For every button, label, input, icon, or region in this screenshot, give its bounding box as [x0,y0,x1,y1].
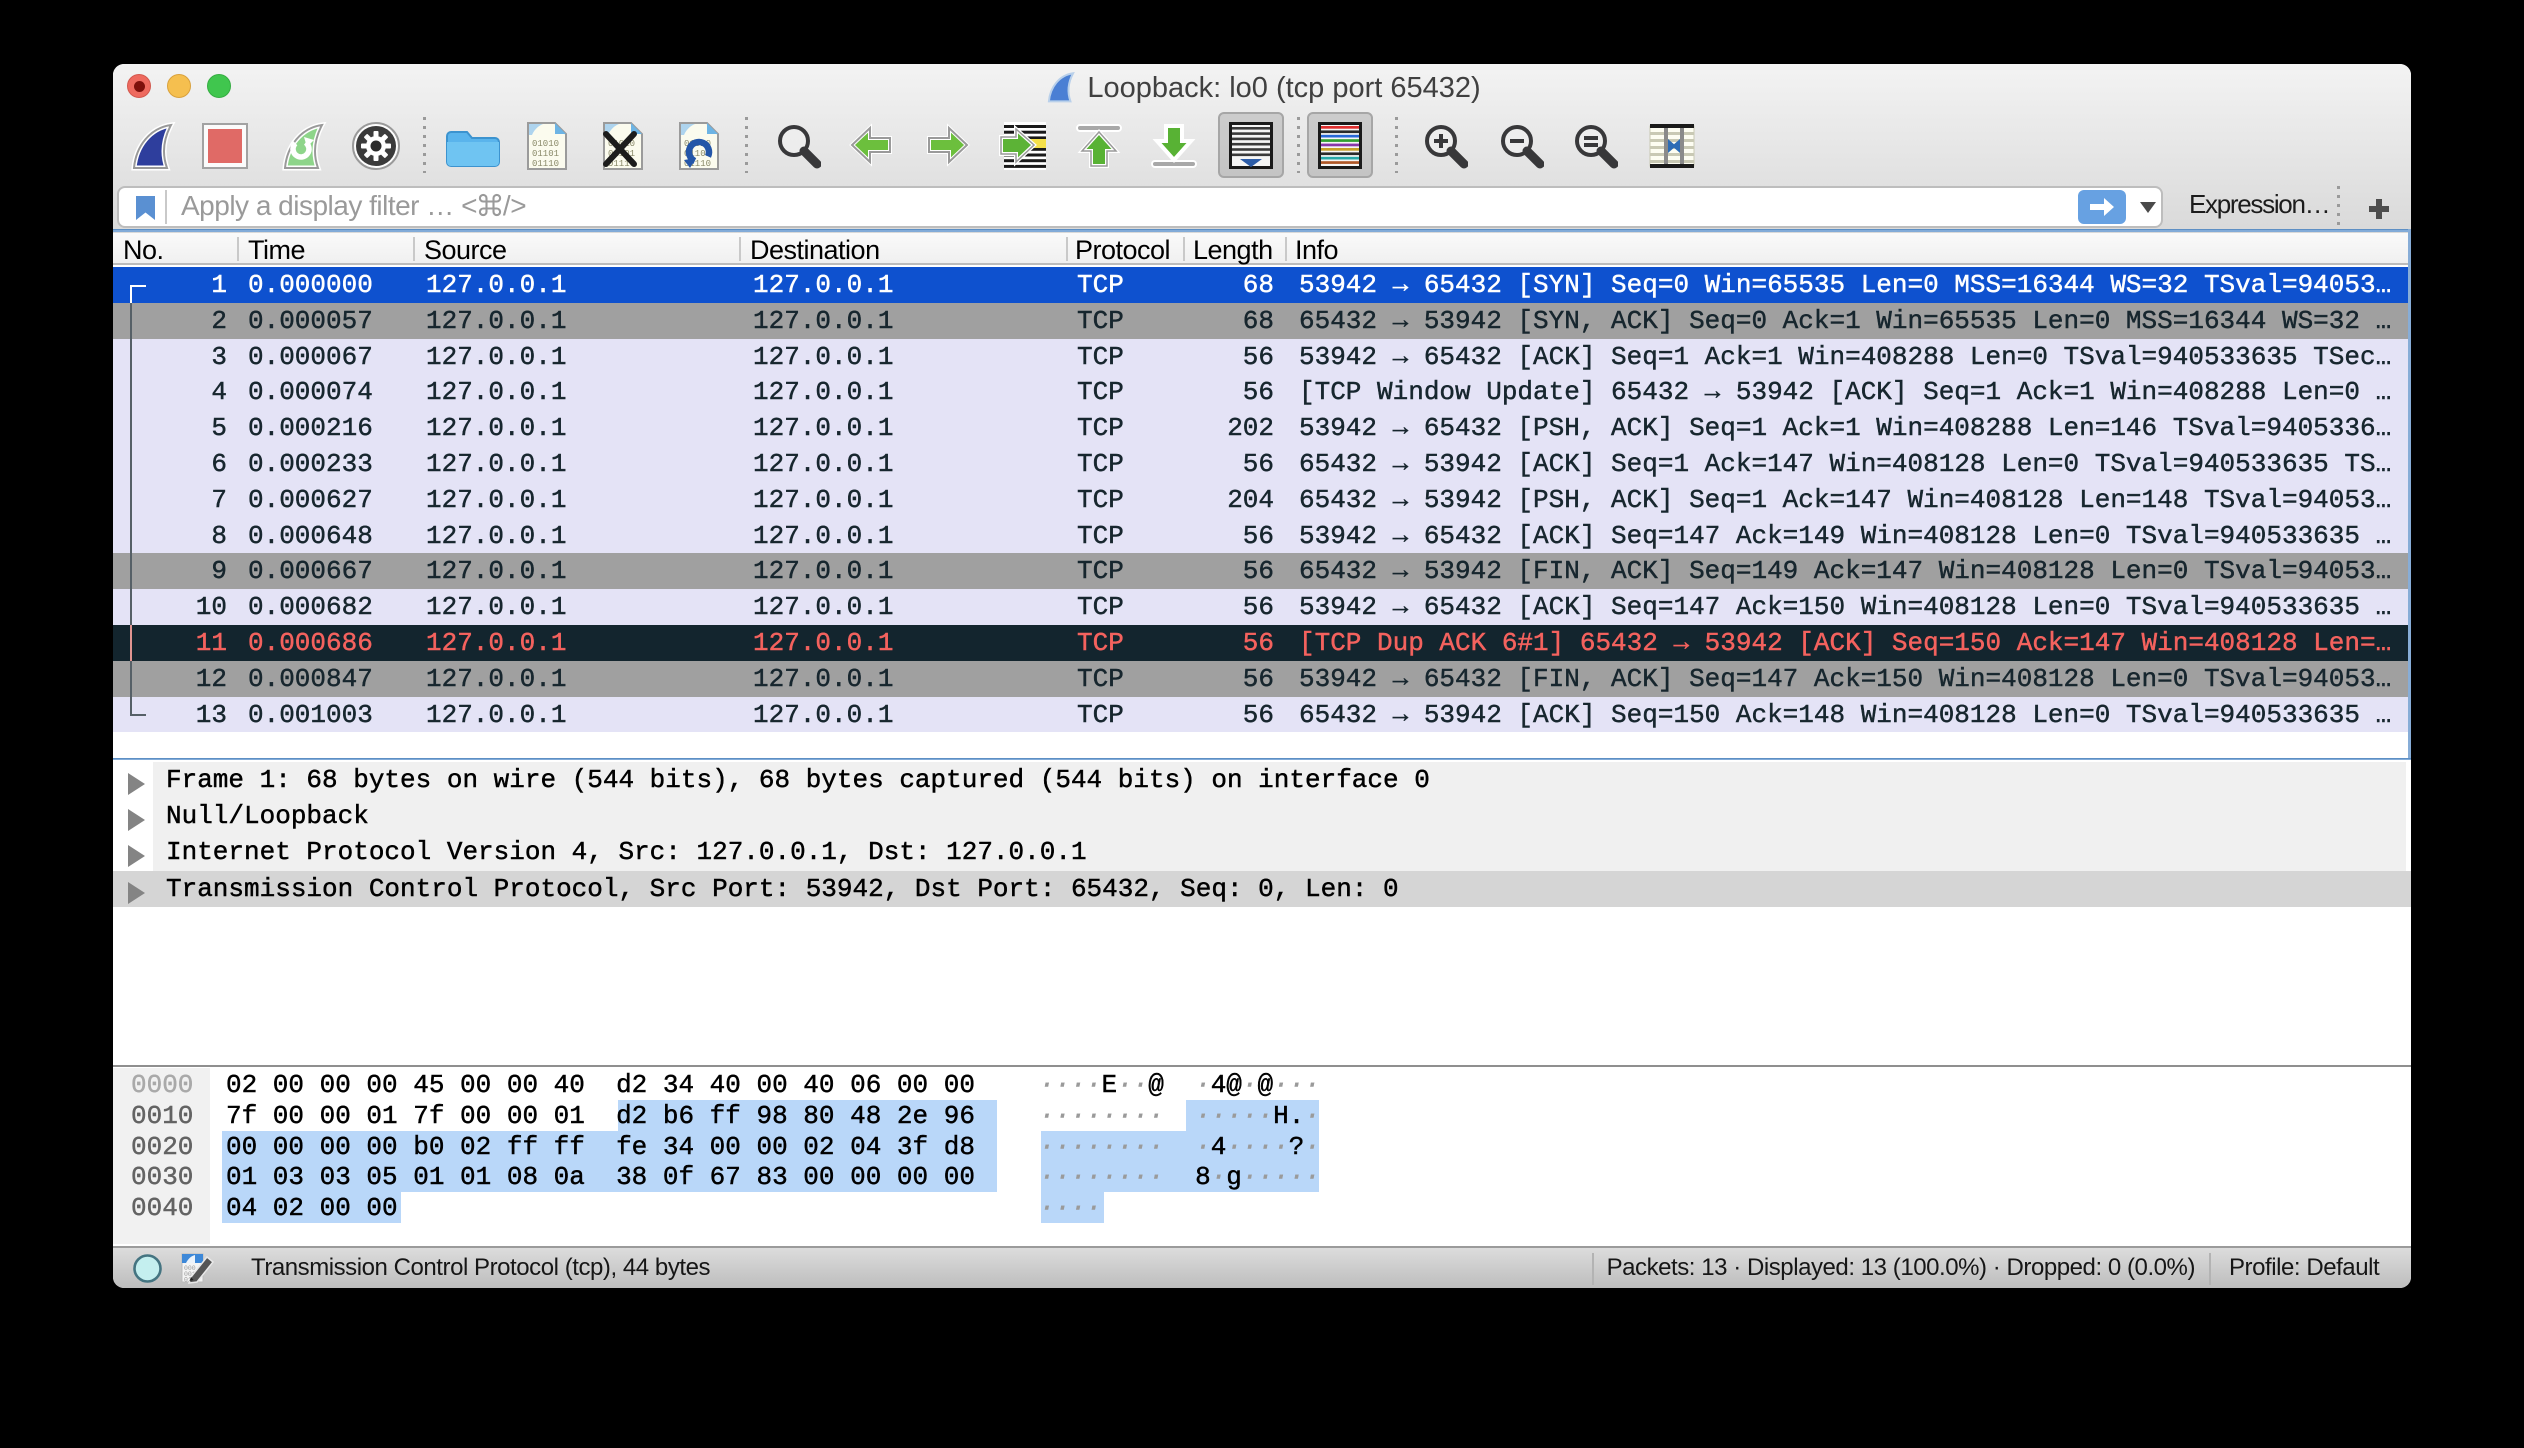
svg-text:01110: 01110 [532,159,559,169]
svg-text:01101: 01101 [532,149,559,159]
svg-text:01010: 01010 [532,139,559,149]
